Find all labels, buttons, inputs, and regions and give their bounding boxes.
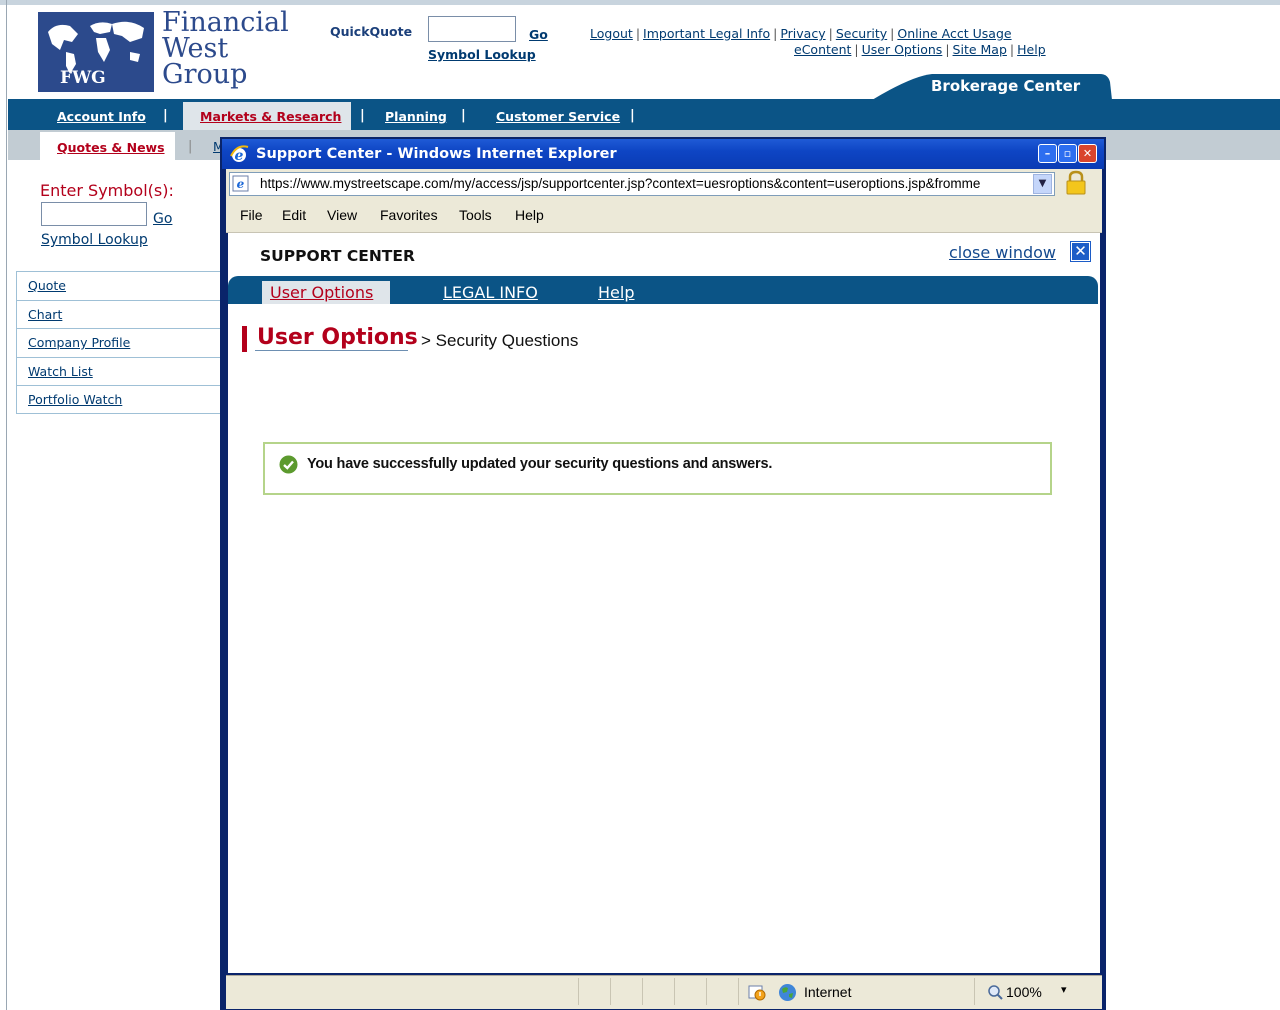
logo-wordmark: Financial West Group xyxy=(162,9,289,90)
left-border xyxy=(6,0,7,1010)
menu-tools[interactable]: Tools xyxy=(459,207,492,223)
top-links-row-2: eContent | User Options | Site Map | Help xyxy=(794,42,1046,57)
logout-link[interactable]: Logout xyxy=(590,26,633,41)
success-message: You have successfully updated your secur… xyxy=(307,456,773,472)
breadcrumb-underline xyxy=(255,350,408,351)
separator: | xyxy=(773,26,778,41)
separator: | xyxy=(1009,42,1015,57)
symbol-go-link[interactable]: Go xyxy=(153,211,172,227)
lock-icon[interactable] xyxy=(1064,170,1088,196)
logo-line-3: Group xyxy=(162,59,248,90)
tab-legal-info[interactable]: LEGAL INFO xyxy=(443,283,538,302)
close-window-link[interactable]: close window xyxy=(949,243,1056,262)
ie-icon: e xyxy=(229,144,249,164)
legal-info-link[interactable]: Important Legal Info xyxy=(643,26,770,41)
status-divider xyxy=(578,978,579,1005)
subnav-quotes-news[interactable]: Quotes & News xyxy=(57,140,165,155)
status-divider xyxy=(642,978,643,1005)
breadcrumb-marker xyxy=(242,326,247,352)
popup-title: Support Center - Windows Internet Explor… xyxy=(256,146,617,162)
page-icon: e xyxy=(232,175,250,192)
left-menu-label[interactable]: Quote xyxy=(28,278,66,293)
menu-favorites[interactable]: Favorites xyxy=(380,207,438,223)
nav-customer-service[interactable]: Customer Service xyxy=(496,109,620,124)
brokerage-center-label: Brokerage Center xyxy=(931,77,1081,95)
check-circle-icon xyxy=(279,455,298,474)
symbol-input[interactable] xyxy=(41,202,147,226)
help-link[interactable]: Help xyxy=(1017,42,1046,57)
separator: | xyxy=(635,26,641,41)
minimize-icon[interactable]: – xyxy=(1038,144,1057,163)
menu-edit[interactable]: Edit xyxy=(282,207,306,223)
quickquote-label: QuickQuote xyxy=(330,24,413,39)
top-links-row-1: Logout | Important Legal Info | Privacy | Secu… xyxy=(590,26,1012,41)
logo-abbr: FWG xyxy=(60,68,106,88)
left-menu-item-quote[interactable]: Quote xyxy=(16,271,220,300)
separator: | xyxy=(890,26,895,41)
left-menu-item-chart[interactable]: Chart xyxy=(16,299,220,329)
status-divider xyxy=(974,978,975,1005)
menu-bar xyxy=(226,201,1102,233)
status-divider xyxy=(674,978,675,1005)
close-window-icon[interactable]: ✕ xyxy=(1070,241,1091,262)
breadcrumb-main: User Options xyxy=(257,325,418,350)
econtent-link[interactable]: eContent xyxy=(794,42,851,57)
nav-account-info[interactable]: Account Info xyxy=(57,109,146,124)
nav-markets-research[interactable]: Markets & Research xyxy=(200,109,341,124)
globe-icon xyxy=(778,983,797,1002)
site-map-link[interactable]: Site Map xyxy=(953,42,1007,57)
separator: | xyxy=(828,26,833,41)
nav-planning[interactable]: Planning xyxy=(385,109,447,124)
tab-user-options[interactable]: User Options xyxy=(270,283,373,302)
status-divider xyxy=(706,978,707,1005)
breadcrumb-sub: > Security Questions xyxy=(421,331,579,350)
left-menu-label[interactable]: Portfolio Watch xyxy=(28,392,122,407)
quickquote-symbol-lookup-link[interactable]: Symbol Lookup xyxy=(428,47,536,62)
address-url[interactable]: https://www.mystreetscape.com/my/access/… xyxy=(260,176,1030,191)
menu-file[interactable]: File xyxy=(240,207,263,223)
security-zone-label: Internet xyxy=(804,984,852,1000)
quickquote-input[interactable] xyxy=(428,16,516,42)
left-menu-label[interactable]: Watch List xyxy=(28,364,93,379)
left-menu-item-watch-list[interactable]: Watch List xyxy=(16,356,220,386)
subnav-separator: | xyxy=(188,139,193,154)
left-menu-label[interactable]: Company Profile xyxy=(28,335,130,350)
enter-symbol-label: Enter Symbol(s): xyxy=(40,181,174,200)
svg-text:e: e xyxy=(237,177,245,191)
symbol-lookup-link[interactable]: Symbol Lookup xyxy=(41,232,148,248)
support-center-title: SUPPORT CENTER xyxy=(260,247,415,265)
online-acct-usage-link[interactable]: Online Acct Usage xyxy=(897,26,1011,41)
nav-separator: | xyxy=(163,108,168,123)
left-menu-item-company-profile[interactable]: Company Profile xyxy=(16,328,220,357)
status-bar xyxy=(226,975,1102,1009)
menu-help[interactable]: Help xyxy=(515,207,544,223)
status-divider xyxy=(610,978,611,1005)
zoom-level[interactable]: 100% xyxy=(1006,984,1042,1000)
protected-mode-icon[interactable] xyxy=(748,984,766,1001)
restore-icon[interactable]: ▫ xyxy=(1058,144,1077,163)
tab-help[interactable]: Help xyxy=(598,283,634,302)
privacy-link[interactable]: Privacy xyxy=(780,26,825,41)
close-icon[interactable]: ✕ xyxy=(1078,144,1097,163)
security-link[interactable]: Security xyxy=(836,26,887,41)
nav-separator: | xyxy=(360,108,365,123)
zoom-dropdown-icon[interactable]: ▾ xyxy=(1061,983,1067,996)
status-divider xyxy=(738,978,739,1005)
left-menu: Quote Chart Company Profile Watch List P… xyxy=(16,271,220,414)
left-menu-item-portfolio-watch[interactable]: Portfolio Watch xyxy=(16,385,220,414)
nav-separator: | xyxy=(630,108,635,123)
separator: | xyxy=(945,42,950,57)
quickquote-go-link[interactable]: Go xyxy=(529,27,548,42)
nav-separator: | xyxy=(461,108,466,123)
top-border xyxy=(0,0,1280,5)
menu-view[interactable]: View xyxy=(327,207,357,223)
zoom-icon[interactable] xyxy=(987,984,1003,1000)
address-dropdown-icon[interactable]: ▼ xyxy=(1033,174,1052,194)
separator: | xyxy=(854,42,859,57)
user-options-link[interactable]: User Options xyxy=(862,42,943,57)
left-menu-label[interactable]: Chart xyxy=(28,307,62,322)
